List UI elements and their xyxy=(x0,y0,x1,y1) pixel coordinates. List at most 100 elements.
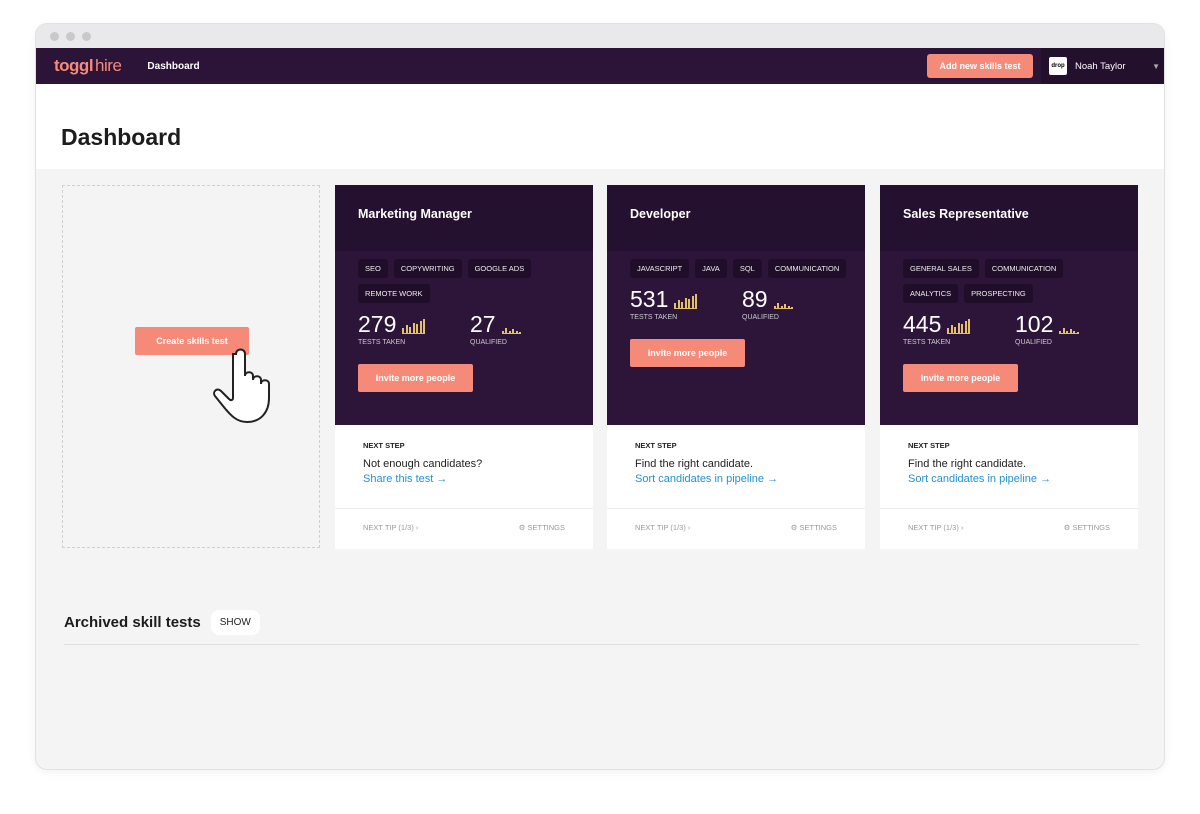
next-step-link[interactable]: Sort candidates in pipeline → xyxy=(635,473,865,485)
hand-cursor-icon xyxy=(213,348,270,424)
next-tip-link[interactable]: NEXT TIP (1/3) › xyxy=(363,523,418,532)
invite-more-people-button[interactable]: Invite more people xyxy=(630,339,745,367)
mini-bar xyxy=(1062,328,1065,333)
mini-bar xyxy=(1073,331,1076,333)
qualified-value: 102 xyxy=(1015,311,1054,337)
skill-tag: REMOTE WORK xyxy=(358,284,430,303)
next-tip-link[interactable]: NEXT TIP (1/3) › xyxy=(635,523,690,532)
invite-more-people-button[interactable]: Invite more people xyxy=(903,364,1018,392)
page-title: Dashboard xyxy=(61,124,182,150)
nav-dashboard[interactable]: Dashboard xyxy=(147,61,199,72)
qualified-label: QUALIFIED xyxy=(1015,339,1052,346)
mini-bar xyxy=(1066,331,1069,333)
next-step-link[interactable]: Sort candidates in pipeline → xyxy=(908,473,1138,485)
skill-test-card: Marketing Manager SEO COPYWRITING GOOGLE A… xyxy=(335,185,593,549)
skill-tag: COPYWRITING xyxy=(393,259,462,278)
mini-bar-chart xyxy=(402,319,426,334)
skill-tag: ANALYTICS xyxy=(903,284,959,303)
mini-bar xyxy=(519,332,522,333)
mini-bar-chart xyxy=(773,295,794,309)
qualified-value: 89 xyxy=(742,286,768,312)
mini-bar xyxy=(784,304,787,308)
next-step-description: Not enough candidates? xyxy=(363,458,483,470)
mini-bar xyxy=(409,327,412,333)
mini-bar xyxy=(412,323,415,333)
mini-bar xyxy=(677,300,680,308)
skill-tag: GOOGLE ADS xyxy=(467,259,532,278)
next-step-description: Find the right candidate. xyxy=(635,458,754,470)
tag-list: SEO COPYWRITING GOOGLE ADS REMOTE WORK xyxy=(335,251,575,303)
logo-sub: hire xyxy=(95,56,122,75)
qualified-label: QUALIFIED xyxy=(470,339,507,346)
next-step-link[interactable]: Share this test → xyxy=(363,473,593,485)
add-skills-test-button[interactable]: Add new skills test xyxy=(927,54,1033,78)
mini-bar-chart xyxy=(947,319,971,334)
mini-bar xyxy=(968,319,971,333)
skill-tag: COMMUNICATION xyxy=(984,259,1064,278)
tag-list: GENERAL SALES COMMUNICATION ANALYTICS PROSP… xyxy=(880,251,1120,303)
mini-bar xyxy=(954,327,957,333)
tag-list: JAVASCRIPT JAVA SQL COMMUNICATION xyxy=(607,251,847,278)
tests-taken-label: TESTS TAKEN xyxy=(630,314,678,321)
qualified-value: 27 xyxy=(470,311,496,337)
top-nav: toggl hire Dashboard Add new skills test … xyxy=(36,48,1164,84)
settings-link[interactable]: ⚙ SETTINGS xyxy=(1064,523,1110,532)
mini-bar xyxy=(688,299,691,308)
user-name: Noah Taylor xyxy=(1075,60,1126,72)
mini-bar xyxy=(416,324,419,333)
archived-title: Archived skill tests xyxy=(64,614,201,631)
mini-bar xyxy=(505,328,508,333)
invite-more-people-button[interactable]: Invite more people xyxy=(358,364,473,392)
title-bar xyxy=(36,24,1164,48)
mini-bar-chart xyxy=(1059,320,1079,334)
card-title[interactable]: Marketing Manager xyxy=(335,185,593,251)
skill-tag: JAVASCRIPT xyxy=(630,259,690,278)
settings-link[interactable]: ⚙ SETTINGS xyxy=(791,523,837,532)
mini-bar xyxy=(405,325,408,333)
skill-tag: PROSPECTING xyxy=(964,284,1033,303)
mini-bar xyxy=(1076,332,1079,333)
mini-bar-chart xyxy=(501,320,522,334)
mini-bar xyxy=(787,306,790,308)
mini-bar xyxy=(780,306,783,308)
archived-section-header: Archived skill tests SHOW xyxy=(64,610,260,635)
next-step-label: NEXT STEP xyxy=(635,441,677,450)
avatar: drop xyxy=(1049,57,1067,75)
mini-bar xyxy=(1069,329,1072,333)
skill-tag: SEO xyxy=(358,259,388,278)
tests-taken-label: TESTS TAKEN xyxy=(358,339,406,346)
skill-test-card: Developer JAVASCRIPT JAVA SQL COMMUNICATION… xyxy=(607,185,865,549)
logo-main: toggl xyxy=(54,56,94,75)
card-title[interactable]: Sales Representative xyxy=(880,185,1138,251)
settings-link[interactable]: ⚙ SETTINGS xyxy=(519,523,565,532)
qualified-label: QUALIFIED xyxy=(742,314,779,321)
mini-bar xyxy=(773,306,776,308)
logo[interactable]: toggl hire xyxy=(54,56,122,76)
mini-bar xyxy=(695,294,698,308)
card-title[interactable]: Developer xyxy=(607,185,865,251)
next-step-description: Find the right candidate. xyxy=(908,458,1027,470)
mini-bar xyxy=(957,323,960,333)
mini-bar xyxy=(402,328,405,333)
tests-taken-label: TESTS TAKEN xyxy=(903,339,951,346)
mini-bar-chart xyxy=(674,294,698,309)
mini-bar xyxy=(508,331,511,333)
mini-bar xyxy=(515,331,518,333)
window-dot[interactable] xyxy=(66,31,75,41)
settings-label: SETTINGS xyxy=(1072,523,1110,532)
mini-bar xyxy=(791,307,794,308)
mini-bar xyxy=(681,302,684,308)
mini-bar xyxy=(1059,331,1062,333)
skill-tag: SQL xyxy=(732,259,762,278)
show-archived-button[interactable]: SHOW xyxy=(210,610,260,635)
window-dot[interactable] xyxy=(50,31,59,41)
mini-bar xyxy=(512,329,515,333)
window-dot[interactable] xyxy=(82,31,91,41)
mini-bar xyxy=(674,303,677,308)
mini-bar xyxy=(501,331,504,333)
user-menu[interactable]: drop Noah Taylor ▼ xyxy=(1041,48,1164,84)
create-test-placeholder[interactable]: Create skills test xyxy=(62,185,320,548)
next-tip-link[interactable]: NEXT TIP (1/3) › xyxy=(908,523,963,532)
mini-bar xyxy=(961,324,964,333)
next-step-label: NEXT STEP xyxy=(908,441,950,450)
